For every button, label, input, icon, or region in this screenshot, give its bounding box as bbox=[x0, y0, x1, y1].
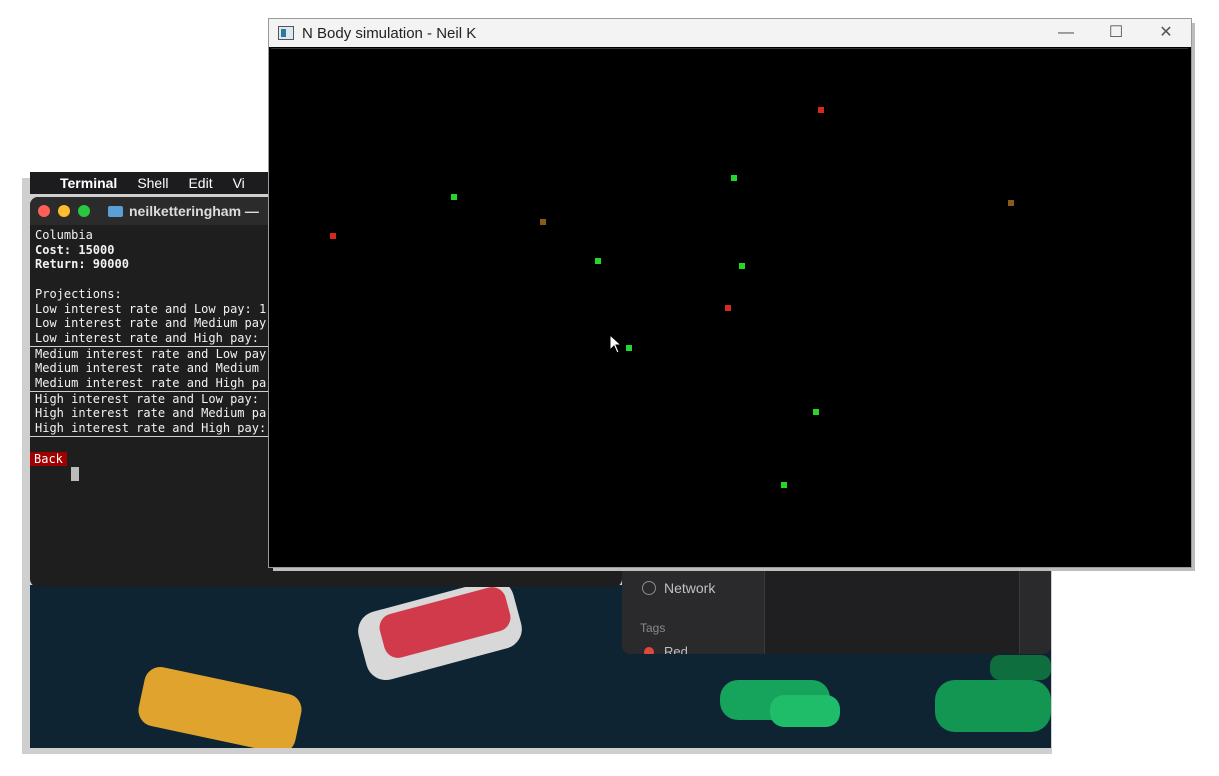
maximize-button[interactable]: ☐ bbox=[1101, 23, 1131, 43]
mouse-pointer-icon bbox=[609, 334, 623, 354]
menu-item-shell[interactable]: Shell bbox=[137, 175, 168, 191]
close-button[interactable]: ✕ bbox=[1151, 23, 1181, 43]
minimize-button[interactable]: — bbox=[1051, 23, 1081, 43]
simulation-body-green bbox=[813, 409, 819, 415]
simulation-canvas[interactable] bbox=[271, 48, 1188, 564]
nbody-title: N Body simulation - Neil K bbox=[302, 24, 477, 42]
lily-pad-3 bbox=[935, 680, 1051, 732]
lily-pad-4 bbox=[990, 655, 1051, 680]
red-tag-icon bbox=[644, 646, 654, 654]
network-label: Network bbox=[664, 580, 716, 596]
back-button[interactable]: Back bbox=[30, 451, 67, 467]
lily-pad-2 bbox=[770, 695, 840, 727]
menu-item-view[interactable]: Vi bbox=[233, 175, 245, 191]
simulation-body-orange bbox=[1008, 200, 1014, 206]
folder-icon bbox=[108, 205, 123, 217]
nbody-window[interactable]: N Body simulation - Neil K — ☐ ✕ bbox=[269, 19, 1191, 567]
finder-content-column bbox=[764, 560, 1020, 654]
close-window-icon[interactable] bbox=[38, 205, 50, 217]
simulation-body-red bbox=[330, 233, 336, 239]
menu-bar: Terminal Shell Edit Vi bbox=[30, 172, 270, 194]
simulation-body-green bbox=[595, 258, 601, 264]
app-icon bbox=[278, 26, 294, 40]
menu-app-name[interactable]: Terminal bbox=[60, 175, 117, 191]
sidebar-item-network[interactable]: Network bbox=[642, 580, 715, 596]
simulation-body-green bbox=[739, 263, 745, 269]
finder-sidebar: Locations Network Tags Red bbox=[622, 560, 764, 654]
simulation-body-green bbox=[781, 482, 787, 488]
terminal-title: neilketteringham — bbox=[129, 203, 259, 219]
simulation-body-red bbox=[725, 305, 731, 311]
simulation-body-green bbox=[451, 194, 457, 200]
finder-window: Locations Network Tags Red bbox=[622, 560, 1051, 654]
network-icon bbox=[642, 581, 656, 595]
zoom-window-icon[interactable] bbox=[78, 205, 90, 217]
minimize-window-icon[interactable] bbox=[58, 205, 70, 217]
simulation-body-red bbox=[818, 107, 824, 113]
koi-fish-gold bbox=[135, 664, 305, 748]
menu-item-edit[interactable]: Edit bbox=[188, 175, 212, 191]
simulation-body-orange bbox=[540, 219, 546, 225]
simulation-body-green bbox=[626, 345, 632, 351]
tags-header: Tags bbox=[640, 621, 666, 635]
text-cursor bbox=[71, 466, 79, 481]
nbody-titlebar[interactable]: N Body simulation - Neil K — ☐ ✕ bbox=[269, 19, 1191, 47]
simulation-body-green bbox=[731, 175, 737, 181]
sidebar-item-red-tag[interactable]: Red bbox=[644, 644, 688, 654]
red-tag-label: Red bbox=[664, 644, 688, 654]
